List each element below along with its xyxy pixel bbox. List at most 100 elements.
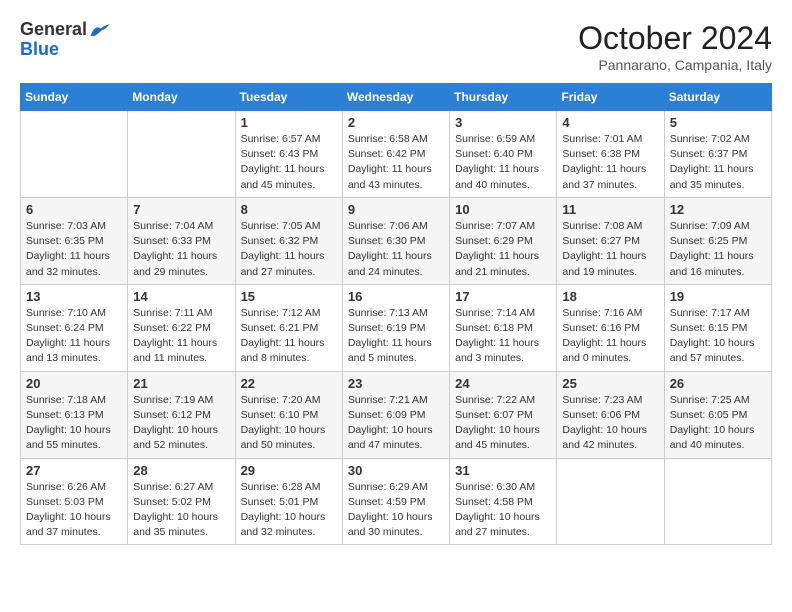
calendar-cell: 12 Sunrise: 7:09 AM Sunset: 6:25 PM Dayli… [664,197,771,284]
logo: General Blue [20,20,111,60]
day-info: Sunrise: 6:59 AM Sunset: 6:40 PM Dayligh… [455,132,551,193]
calendar-cell: 8 Sunrise: 7:05 AM Sunset: 6:32 PM Daylig… [235,197,342,284]
day-number: 18 [562,289,658,304]
day-info: Sunrise: 7:09 AM Sunset: 6:25 PM Dayligh… [670,219,766,280]
day-info: Sunrise: 7:07 AM Sunset: 6:29 PM Dayligh… [455,219,551,280]
day-info: Sunrise: 6:58 AM Sunset: 6:42 PM Dayligh… [348,132,444,193]
day-info: Sunrise: 7:08 AM Sunset: 6:27 PM Dayligh… [562,219,658,280]
day-info: Sunrise: 6:30 AM Sunset: 4:58 PM Dayligh… [455,480,551,541]
calendar-cell: 18 Sunrise: 7:16 AM Sunset: 6:16 PM Dayli… [557,284,664,371]
weekday-header-friday: Friday [557,84,664,111]
day-number: 21 [133,376,229,391]
calendar-cell: 7 Sunrise: 7:04 AM Sunset: 6:33 PM Daylig… [128,197,235,284]
calendar-cell: 3 Sunrise: 6:59 AM Sunset: 6:40 PM Daylig… [450,111,557,198]
page-header: General Blue October 2024 Pannarano, Cam… [20,20,772,73]
calendar-cell [128,111,235,198]
day-info: Sunrise: 7:05 AM Sunset: 6:32 PM Dayligh… [241,219,337,280]
day-number: 29 [241,463,337,478]
weekday-header-thursday: Thursday [450,84,557,111]
calendar-cell: 17Sunrise: 7:14 AM Sunset: 6:18 PM Dayli… [450,284,557,371]
calendar-cell: 5 Sunrise: 7:02 AM Sunset: 6:37 PM Daylig… [664,111,771,198]
day-info: Sunrise: 7:17 AM Sunset: 6:15 PM Dayligh… [670,306,766,367]
calendar-cell: 25Sunrise: 7:23 AM Sunset: 6:06 PM Dayli… [557,371,664,458]
weekday-header-row: SundayMondayTuesdayWednesdayThursdayFrid… [21,84,772,111]
day-number: 20 [26,376,122,391]
calendar-cell [664,458,771,545]
day-number: 26 [670,376,766,391]
calendar-cell: 9 Sunrise: 7:06 AM Sunset: 6:30 PM Daylig… [342,197,449,284]
title-block: October 2024 Pannarano, Campania, Italy [578,20,772,73]
day-number: 5 [670,115,766,130]
day-info: Sunrise: 7:06 AM Sunset: 6:30 PM Dayligh… [348,219,444,280]
day-info: Sunrise: 7:04 AM Sunset: 6:33 PM Dayligh… [133,219,229,280]
weekday-header-wednesday: Wednesday [342,84,449,111]
day-number: 12 [670,202,766,217]
day-info: Sunrise: 7:22 AM Sunset: 6:07 PM Dayligh… [455,393,551,454]
day-number: 6 [26,202,122,217]
calendar-week-row: 1Sunrise: 6:57 AM Sunset: 6:43 PM Daylig… [21,111,772,198]
day-number: 25 [562,376,658,391]
calendar-cell: 1Sunrise: 6:57 AM Sunset: 6:43 PM Daylig… [235,111,342,198]
weekday-header-monday: Monday [128,84,235,111]
day-info: Sunrise: 6:27 AM Sunset: 5:02 PM Dayligh… [133,480,229,541]
calendar-cell: 16Sunrise: 7:13 AM Sunset: 6:19 PM Dayli… [342,284,449,371]
day-number: 3 [455,115,551,130]
day-info: Sunrise: 7:25 AM Sunset: 6:05 PM Dayligh… [670,393,766,454]
calendar-week-row: 27 Sunrise: 6:26 AM Sunset: 5:03 PM Dayli… [21,458,772,545]
day-number: 22 [241,376,337,391]
day-info: Sunrise: 7:19 AM Sunset: 6:12 PM Dayligh… [133,393,229,454]
day-number: 31 [455,463,551,478]
month-title: October 2024 [578,20,772,57]
calendar-cell: 24 Sunrise: 7:22 AM Sunset: 6:07 PM Dayli… [450,371,557,458]
day-number: 27 [26,463,122,478]
calendar-week-row: 20 Sunrise: 7:18 AM Sunset: 6:13 PM Dayli… [21,371,772,458]
day-info: Sunrise: 7:21 AM Sunset: 6:09 PM Dayligh… [348,393,444,454]
day-number: 16 [348,289,444,304]
day-info: Sunrise: 7:10 AM Sunset: 6:24 PM Dayligh… [26,306,122,367]
day-info: Sunrise: 7:16 AM Sunset: 6:16 PM Dayligh… [562,306,658,367]
day-info: Sunrise: 7:02 AM Sunset: 6:37 PM Dayligh… [670,132,766,193]
calendar-cell: 15Sunrise: 7:12 AM Sunset: 6:21 PM Dayli… [235,284,342,371]
calendar-table: SundayMondayTuesdayWednesdayThursdayFrid… [20,83,772,545]
day-info: Sunrise: 7:20 AM Sunset: 6:10 PM Dayligh… [241,393,337,454]
day-number: 1 [241,115,337,130]
calendar-cell: 28 Sunrise: 6:27 AM Sunset: 5:02 PM Dayli… [128,458,235,545]
day-info: Sunrise: 6:26 AM Sunset: 5:03 PM Dayligh… [26,480,122,541]
day-info: Sunrise: 7:03 AM Sunset: 6:35 PM Dayligh… [26,219,122,280]
calendar-cell: 22 Sunrise: 7:20 AM Sunset: 6:10 PM Dayli… [235,371,342,458]
day-info: Sunrise: 7:01 AM Sunset: 6:38 PM Dayligh… [562,132,658,193]
calendar-cell: 26 Sunrise: 7:25 AM Sunset: 6:05 PM Dayli… [664,371,771,458]
day-number: 7 [133,202,229,217]
calendar-cell: 31 Sunrise: 6:30 AM Sunset: 4:58 PM Dayli… [450,458,557,545]
weekday-header-tuesday: Tuesday [235,84,342,111]
logo-blue-text: Blue [20,40,111,60]
day-info: Sunrise: 7:14 AM Sunset: 6:18 PM Dayligh… [455,306,551,367]
calendar-cell: 20 Sunrise: 7:18 AM Sunset: 6:13 PM Dayli… [21,371,128,458]
day-info: Sunrise: 7:12 AM Sunset: 6:21 PM Dayligh… [241,306,337,367]
calendar-cell: 10Sunrise: 7:07 AM Sunset: 6:29 PM Dayli… [450,197,557,284]
day-number: 14 [133,289,229,304]
calendar-cell: 14Sunrise: 7:11 AM Sunset: 6:22 PM Dayli… [128,284,235,371]
day-info: Sunrise: 7:18 AM Sunset: 6:13 PM Dayligh… [26,393,122,454]
day-number: 24 [455,376,551,391]
logo-general-text: General [20,20,87,40]
location-text: Pannarano, Campania, Italy [578,57,772,73]
calendar-cell: 29Sunrise: 6:28 AM Sunset: 5:01 PM Dayli… [235,458,342,545]
day-number: 11 [562,202,658,217]
day-number: 9 [348,202,444,217]
calendar-cell: 6 Sunrise: 7:03 AM Sunset: 6:35 PM Daylig… [21,197,128,284]
day-number: 4 [562,115,658,130]
day-number: 19 [670,289,766,304]
day-number: 2 [348,115,444,130]
calendar-cell: 19 Sunrise: 7:17 AM Sunset: 6:15 PM Dayli… [664,284,771,371]
day-number: 28 [133,463,229,478]
calendar-cell: 21 Sunrise: 7:19 AM Sunset: 6:12 PM Dayli… [128,371,235,458]
day-number: 30 [348,463,444,478]
day-number: 8 [241,202,337,217]
calendar-cell: 11 Sunrise: 7:08 AM Sunset: 6:27 PM Dayli… [557,197,664,284]
day-number: 23 [348,376,444,391]
calendar-cell [21,111,128,198]
calendar-cell: 27 Sunrise: 6:26 AM Sunset: 5:03 PM Dayli… [21,458,128,545]
calendar-cell: 13Sunrise: 7:10 AM Sunset: 6:24 PM Dayli… [21,284,128,371]
logo-bird-icon [89,22,111,38]
